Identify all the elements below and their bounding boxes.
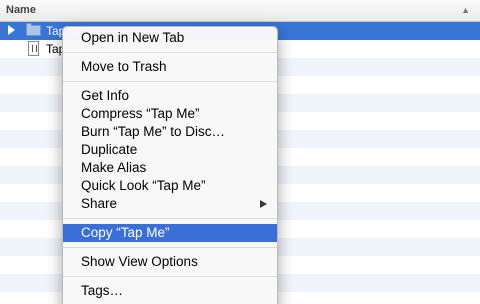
name-column-title[interactable]: Name [6, 4, 36, 16]
menu-item-duplicate[interactable]: Duplicate [63, 141, 277, 159]
menu-separator [63, 81, 277, 82]
menu-item-get-info[interactable]: Get Info [63, 87, 277, 105]
menu-separator [63, 218, 277, 219]
menu-separator [63, 52, 277, 53]
context-menu: Open in New Tab Move to Trash Get Info C… [62, 26, 278, 304]
menu-item-compress[interactable]: Compress “Tap Me” [63, 105, 277, 123]
menu-item-quick-look[interactable]: Quick Look “Tap Me” [63, 177, 277, 195]
menu-item-move-to-trash[interactable]: Move to Trash [63, 58, 277, 76]
menu-item-share[interactable]: Share [63, 195, 277, 213]
finder-window: Name ▲ Tap Me Tap Open in New Tab Move t… [0, 0, 480, 304]
file-icon [28, 41, 39, 56]
column-header[interactable]: Name ▲ [0, 0, 480, 22]
menu-separator [63, 247, 277, 248]
menu-separator [63, 276, 277, 277]
sort-ascending-icon[interactable]: ▲ [461, 5, 470, 15]
menu-item-burn-to-disc[interactable]: Burn “Tap Me” to Disc… [63, 123, 277, 141]
menu-item-copy[interactable]: Copy “Tap Me” [63, 224, 277, 242]
folder-icon [26, 23, 41, 36]
submenu-arrow-icon [260, 200, 267, 208]
menu-item-open-in-new-tab[interactable]: Open in New Tab [63, 29, 277, 47]
menu-item-make-alias[interactable]: Make Alias [63, 159, 277, 177]
menu-item-show-view-options[interactable]: Show View Options [63, 253, 277, 271]
menu-item-share-label: Share [81, 196, 118, 211]
menu-item-tags[interactable]: Tags… [63, 282, 277, 300]
disclosure-triangle-icon[interactable] [8, 25, 15, 35]
